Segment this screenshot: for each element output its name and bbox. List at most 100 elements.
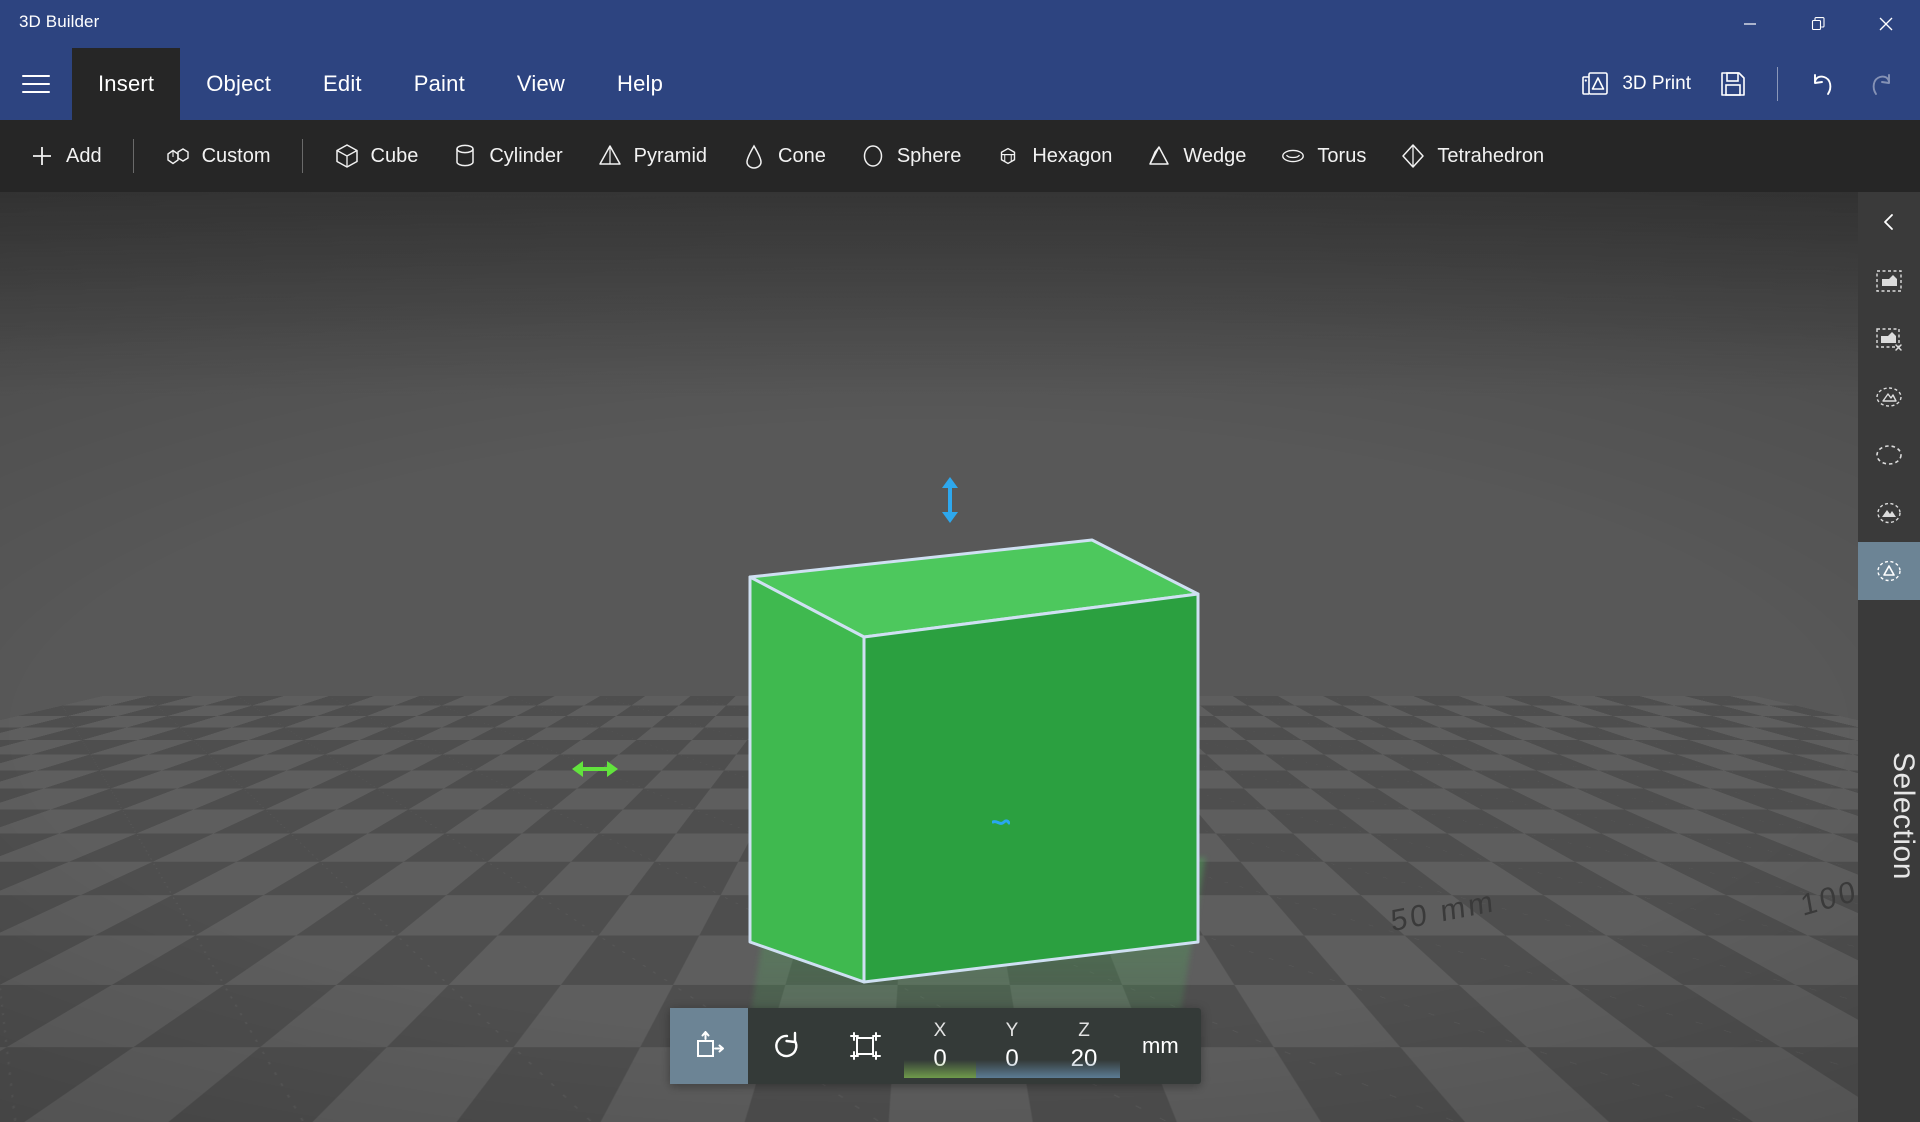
app-root: 3D Builder Insert Object Edit Paint View…	[0, 0, 1920, 1122]
wedge-icon	[1146, 143, 1172, 169]
menu-item-insert[interactable]: Insert	[72, 48, 181, 120]
custom-button[interactable]: Custom	[150, 129, 286, 183]
width-handle[interactable]	[572, 757, 618, 786]
shape-cylinder-button[interactable]: Cylinder	[437, 129, 577, 183]
cube-face-left	[748, 575, 866, 984]
title-bar: 3D Builder	[0, 0, 1920, 48]
menu-item-label: Edit	[323, 71, 362, 96]
axis-bar-z	[1048, 1060, 1120, 1078]
select-similar-icon	[1876, 387, 1902, 407]
custom-label: Custom	[201, 144, 271, 167]
shape-label: Cylinder	[489, 144, 563, 167]
axis-bar-x	[904, 1060, 976, 1078]
move-icon	[697, 1031, 724, 1057]
toolbar-divider	[132, 139, 134, 173]
sidebar-item-select-similar[interactable]	[1858, 368, 1920, 426]
custom-shapes-icon	[165, 143, 191, 169]
redo-button[interactable]	[1852, 56, 1910, 112]
deselect-all-icon	[1876, 328, 1902, 351]
shape-label: Hexagon	[1032, 144, 1113, 167]
move-mode-button[interactable]	[670, 1008, 748, 1084]
3d-print-button[interactable]: 3D Print	[1566, 56, 1705, 112]
shape-label: Wedge	[1183, 144, 1247, 167]
shape-hexagon-button[interactable]: Hexagon	[980, 129, 1127, 183]
sidebar-item-select-all[interactable]	[1858, 252, 1920, 310]
select-all-icon	[1876, 270, 1902, 292]
collapse-sidebar-button[interactable]	[1858, 192, 1920, 252]
menu-item-paint[interactable]: Paint	[388, 48, 491, 120]
maximize-button[interactable]	[1784, 0, 1852, 48]
center-pivot[interactable]	[991, 817, 1011, 836]
menu-item-help[interactable]: Help	[591, 48, 689, 120]
add-label: Add	[66, 144, 102, 167]
cylinder-icon	[452, 143, 478, 169]
shape-tetrahedron-button[interactable]: Tetrahedron	[1385, 129, 1559, 183]
cube-icon	[334, 143, 360, 169]
sidebar-item-select-none[interactable]	[1858, 426, 1920, 484]
plus-icon	[29, 143, 55, 169]
sphere-icon	[860, 143, 886, 169]
unit-label[interactable]: mm	[1120, 1008, 1201, 1084]
shape-label: Cone	[778, 144, 826, 167]
close-button[interactable]	[1852, 0, 1920, 48]
shape-pyramid-button[interactable]: Pyramid	[582, 129, 722, 183]
vertical-arrow-icon	[942, 477, 958, 523]
torus-icon	[1280, 143, 1306, 169]
undo-button[interactable]	[1794, 56, 1852, 112]
printer-3d-icon	[1582, 72, 1609, 95]
sidebar-item-deselect-all[interactable]	[1858, 310, 1920, 368]
window-controls	[1716, 0, 1920, 48]
shape-sphere-button[interactable]: Sphere	[845, 129, 977, 183]
select-single-icon	[1877, 560, 1901, 582]
scale-icon	[850, 1032, 881, 1060]
menu-item-label: Insert	[98, 71, 155, 96]
redo-icon	[1872, 74, 1890, 95]
scale-mode-button[interactable]	[826, 1008, 904, 1084]
restore-icon	[1811, 17, 1825, 31]
cube-face-front	[862, 592, 1200, 984]
minimize-button[interactable]	[1716, 0, 1784, 48]
pivot-marker-icon	[991, 819, 1011, 825]
axis-label-y: Y	[1005, 1020, 1019, 1041]
shape-label: Pyramid	[633, 144, 708, 167]
save-icon	[1721, 72, 1745, 96]
field-x[interactable]: X 0	[904, 1008, 976, 1084]
cube-object[interactable]	[572, 477, 1206, 1077]
axis-label-x: X	[933, 1020, 947, 1041]
rotate-mode-button[interactable]	[748, 1008, 826, 1084]
menu-item-view[interactable]: View	[491, 48, 591, 120]
shape-cone-button[interactable]: Cone	[726, 129, 841, 183]
horizontal-arrow-icon	[572, 761, 618, 777]
shape-label: Torus	[1317, 144, 1367, 167]
sidebar-item-select-single[interactable]	[1858, 542, 1920, 600]
sidebar-panel-label: Selection	[1887, 752, 1920, 880]
field-z[interactable]: Z 20	[1048, 1008, 1120, 1084]
shape-label: Tetrahedron	[1437, 144, 1545, 167]
sidebar-item-select-objects[interactable]	[1858, 484, 1920, 542]
add-button[interactable]: Add	[14, 129, 117, 183]
chevron-left-icon	[1884, 214, 1893, 230]
shape-wedge-button[interactable]: Wedge	[1131, 129, 1261, 183]
select-objects-icon	[1877, 502, 1901, 524]
shape-cube-button[interactable]: Cube	[319, 129, 434, 183]
field-y[interactable]: Y 0	[976, 1008, 1048, 1084]
shape-torus-button[interactable]: Torus	[1265, 129, 1381, 183]
select-empty-icon	[1876, 445, 1902, 465]
3d-print-label: 3D Print	[1622, 73, 1691, 94]
hexagon-icon	[995, 143, 1021, 169]
selection-sidebar: Selection	[1858, 192, 1920, 1122]
menu-item-edit[interactable]: Edit	[297, 48, 388, 120]
rotate-icon	[775, 1031, 798, 1058]
axis-label-z: Z	[1078, 1020, 1090, 1041]
3d-viewport[interactable]: 50 mm 100	[0, 192, 1858, 1122]
height-handle[interactable]	[938, 477, 962, 528]
quick-access-toolbar: 3D Print	[1566, 48, 1910, 120]
menu-item-object[interactable]: Object	[180, 48, 297, 120]
hamburger-menu-button[interactable]	[0, 48, 72, 120]
grid-ruler-label-100: 100	[1798, 874, 1858, 923]
save-button[interactable]	[1705, 56, 1761, 112]
tetrahedron-icon	[1400, 143, 1426, 169]
menu-item-label: Paint	[413, 71, 465, 96]
undo-icon	[1814, 74, 1832, 95]
shape-label: Cube	[370, 144, 419, 167]
